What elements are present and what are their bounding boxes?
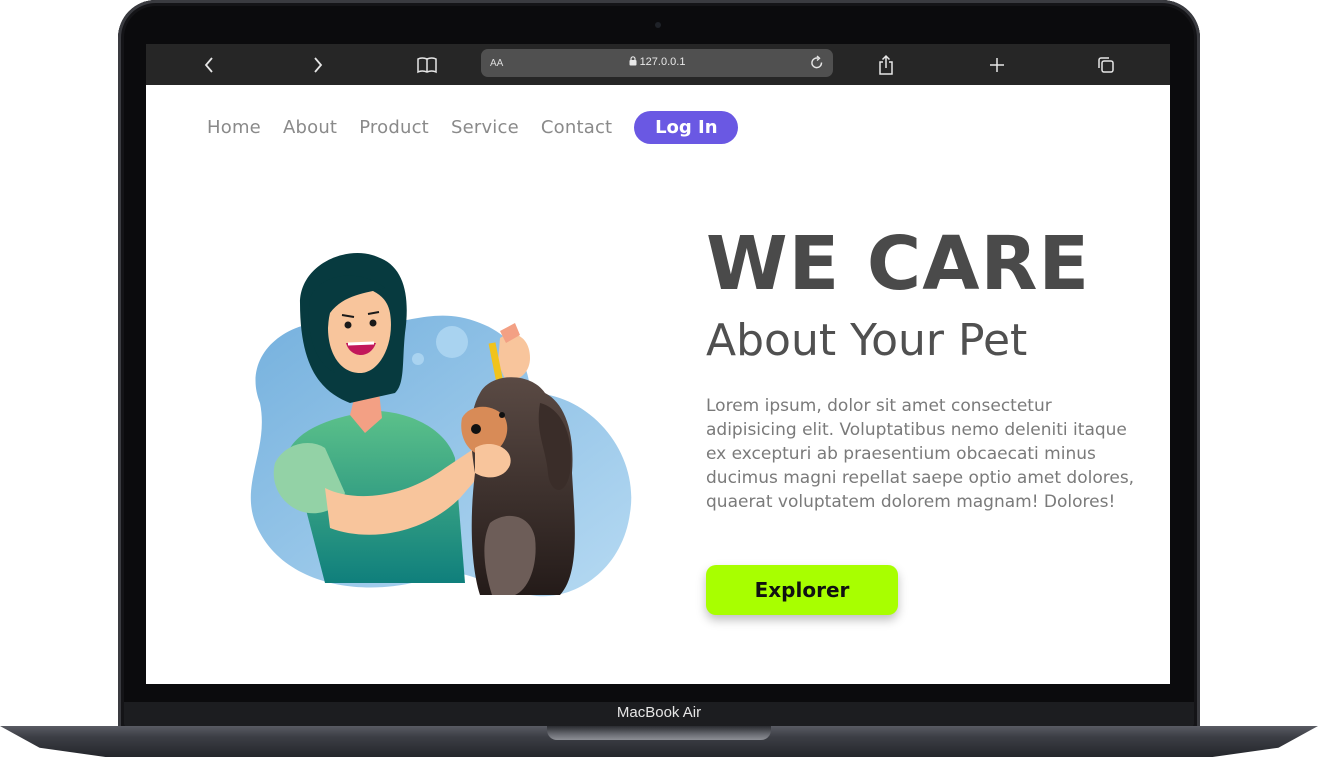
nav-link-service[interactable]: Service bbox=[451, 117, 519, 138]
chevron-right-icon[interactable] bbox=[305, 52, 331, 78]
screen: AA 127.0.0.1 Home About Product Service … bbox=[146, 44, 1170, 684]
nav-link-contact[interactable]: Contact bbox=[541, 117, 612, 138]
nav-link-about[interactable]: About bbox=[283, 117, 337, 138]
url-text: 127.0.0.1 bbox=[639, 56, 686, 68]
book-icon[interactable] bbox=[414, 52, 440, 78]
nav-link-home[interactable]: Home bbox=[207, 117, 261, 138]
reload-icon[interactable] bbox=[807, 53, 827, 73]
hero-title: WE CARE bbox=[706, 221, 1091, 307]
url-display: 127.0.0.1 bbox=[481, 56, 833, 68]
model-label: MacBook Air bbox=[616, 704, 702, 721]
hero-description: Lorem ipsum, dolor sit amet consectetur … bbox=[706, 396, 1135, 512]
plus-icon[interactable] bbox=[984, 52, 1010, 78]
lock-icon bbox=[629, 56, 637, 66]
tabs-icon[interactable] bbox=[1093, 52, 1119, 78]
address-bar[interactable]: AA 127.0.0.1 bbox=[481, 49, 833, 77]
explorer-button[interactable]: Explorer bbox=[706, 565, 898, 615]
camera-icon bbox=[655, 22, 661, 28]
hero-subtitle: About Your Pet bbox=[706, 315, 1028, 366]
login-button[interactable]: Log In bbox=[634, 110, 739, 144]
nav-link-product[interactable]: Product bbox=[359, 117, 429, 138]
woman-with-dog-illustration bbox=[250, 253, 632, 597]
chevron-left-icon[interactable] bbox=[196, 52, 222, 78]
share-icon[interactable] bbox=[873, 52, 899, 78]
laptop-notch bbox=[547, 726, 771, 740]
site-nav: Home About Product Service Contact Log I… bbox=[207, 110, 739, 144]
browser-toolbar: AA 127.0.0.1 bbox=[146, 44, 1170, 85]
